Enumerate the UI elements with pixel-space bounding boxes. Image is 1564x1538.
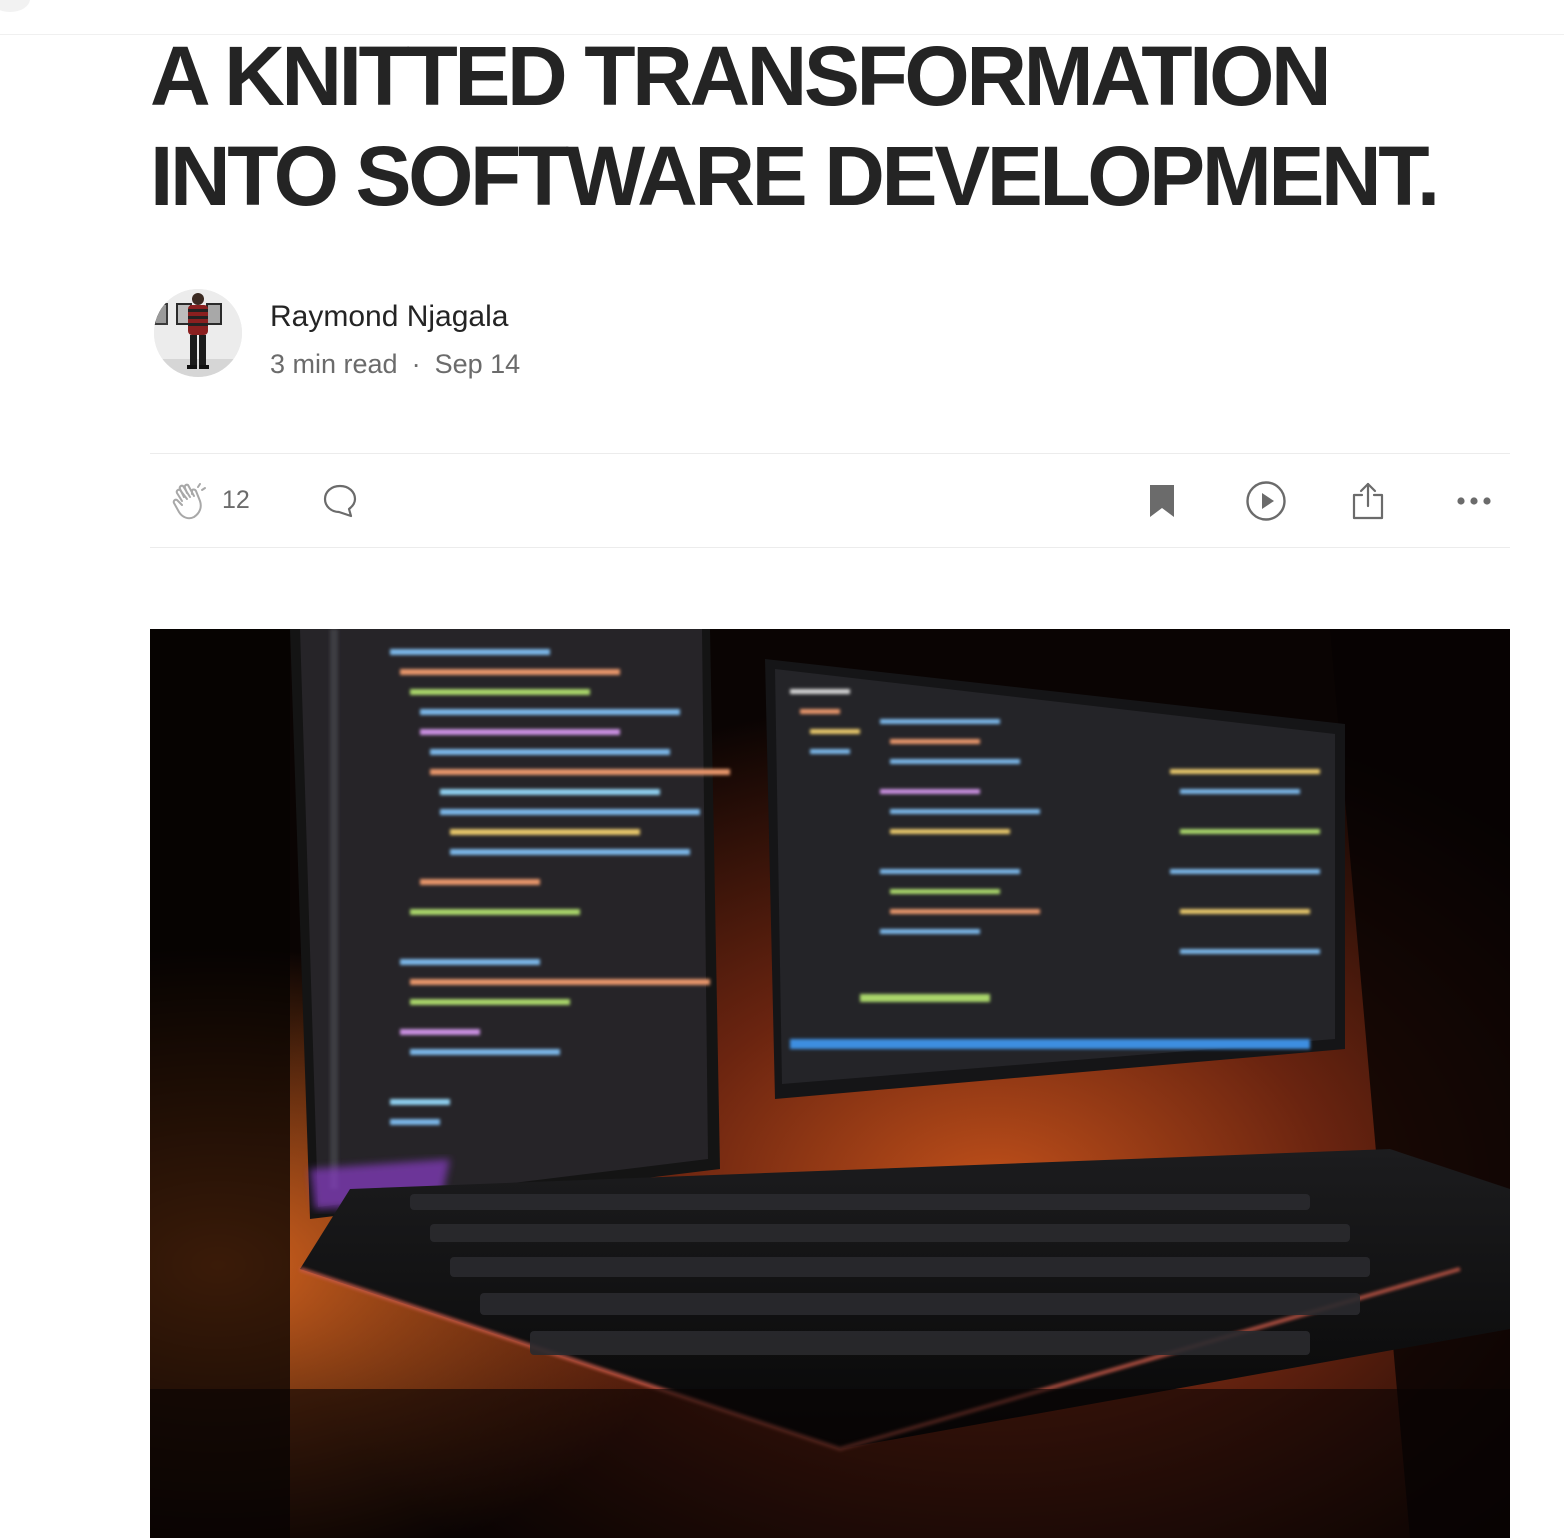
read-time: 3 min read — [270, 349, 398, 379]
article-meta: 3 min read · Sep 14 — [270, 347, 520, 381]
more-button[interactable] — [1450, 454, 1498, 547]
bookmark-icon — [1150, 484, 1174, 517]
clap-button[interactable] — [166, 454, 214, 547]
save-button[interactable] — [1140, 454, 1184, 547]
comment-icon — [323, 484, 357, 517]
author-name[interactable]: Raymond Njagala — [270, 299, 508, 335]
share-icon — [1352, 482, 1384, 519]
listen-button[interactable] — [1242, 454, 1290, 547]
avatar[interactable] — [154, 289, 242, 377]
share-button[interactable] — [1346, 454, 1390, 547]
more-icon — [1457, 496, 1491, 505]
comment-button[interactable] — [318, 454, 362, 547]
title-line-1: A KNITTED TRANSFORMATION — [150, 29, 1332, 123]
top-left-corner — [0, 0, 30, 12]
action-bar: 12 — [150, 453, 1510, 548]
clap-icon — [172, 482, 206, 519]
publish-date: Sep 14 — [434, 349, 521, 379]
clap-count: 12 — [222, 486, 250, 514]
play-icon — [1246, 480, 1286, 521]
title-line-2: INTO SOFTWARE DEVELOPMENT. — [150, 129, 1440, 223]
author-row: Raymond Njagala 3 min read · Sep 14 — [150, 289, 850, 381]
meta-separator: · — [411, 349, 421, 379]
article-title: A KNITTED TRANSFORMATION INTO SOFTWARE D… — [150, 26, 1530, 226]
hero-image — [150, 629, 1510, 1538]
